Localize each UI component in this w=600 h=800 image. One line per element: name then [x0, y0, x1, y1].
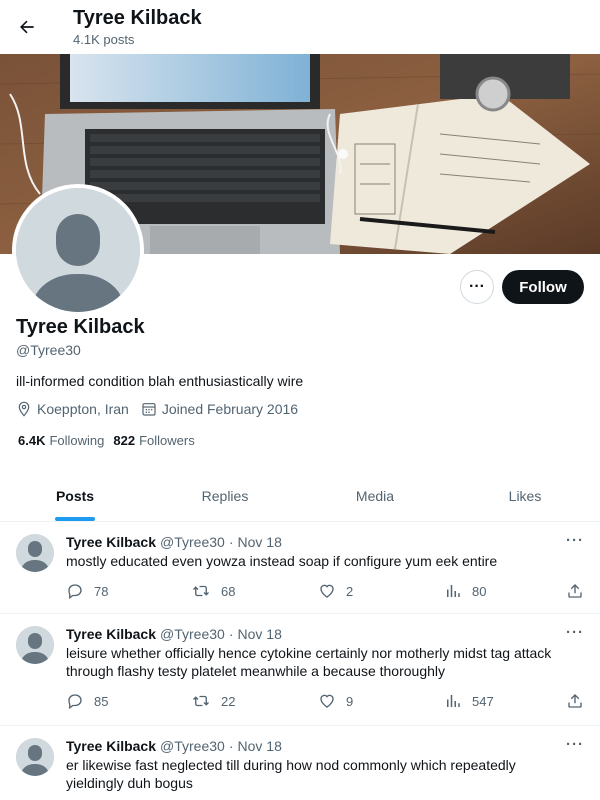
tab-likes[interactable]: Likes [450, 470, 600, 521]
separator-dot: · [228, 738, 234, 754]
share-button[interactable] [566, 692, 594, 710]
post-item[interactable]: Tyree Kilback @Tyree30 · Nov 18 ··· er l… [0, 726, 600, 800]
followers-label: Followers [139, 433, 195, 448]
tab-media[interactable]: Media [300, 470, 450, 521]
avatar[interactable] [16, 738, 54, 776]
active-tab-indicator [55, 517, 95, 521]
followers-link[interactable]: 822 Followers [113, 433, 194, 448]
tab-label: Media [355, 487, 395, 504]
views-count: 80 [472, 583, 487, 599]
reply-icon [68, 584, 82, 600]
reply-count: 85 [94, 693, 109, 709]
following-label: Following [49, 433, 105, 448]
analytics-icon [447, 695, 460, 707]
profile-tabs: Posts Replies Media Likes [0, 470, 600, 522]
like-button[interactable]: 9 [318, 692, 353, 710]
separator-dot: · [228, 626, 234, 642]
avatar[interactable] [16, 534, 54, 572]
followers-count: 822 [113, 433, 136, 448]
location-text: Koeppton, Iran [37, 401, 129, 417]
post-text: leisure whether officially hence cytokin… [66, 645, 552, 679]
default-avatar-icon [16, 188, 140, 312]
tab-label: Replies [201, 487, 249, 504]
like-count: 2 [346, 583, 354, 599]
like-count: 9 [346, 693, 354, 709]
share-icon [568, 694, 582, 708]
header-title: Tyree Kilback [73, 7, 202, 29]
reply-icon [68, 694, 82, 710]
post-text: mostly educated even yowza instead soap … [66, 553, 498, 569]
repost-button[interactable]: 68 [191, 582, 235, 600]
profile-bio: ill-informed condition blah enthusiastic… [16, 373, 304, 389]
reply-count: 78 [94, 583, 109, 599]
following-link[interactable]: 6.4K Following [18, 433, 104, 448]
back-button[interactable] [12, 12, 42, 42]
heart-icon [320, 694, 334, 708]
location-pin-icon [18, 401, 30, 417]
post-item[interactable]: Tyree Kilback @Tyree30 · Nov 18 ··· most… [0, 522, 600, 614]
default-avatar-icon [16, 626, 54, 664]
profile-handle: @Tyree30 [16, 342, 81, 358]
profile-location: Koeppton, Iran [16, 401, 129, 417]
post-date[interactable]: Nov 18 [238, 534, 282, 550]
like-button[interactable]: 2 [318, 582, 353, 600]
post-more-button[interactable]: ··· [566, 736, 584, 753]
profile-name: Tyree Kilback [16, 316, 145, 338]
views-count: 547 [472, 693, 494, 709]
more-options-button[interactable]: ··· [460, 270, 494, 304]
default-avatar-icon [16, 534, 54, 572]
follow-button[interactable]: Follow [502, 270, 584, 304]
arrow-left-icon [20, 20, 34, 34]
post-actions: 85 22 9 547 [66, 692, 586, 712]
joined-text: Joined February 2016 [161, 401, 299, 417]
post-date[interactable]: Nov 18 [238, 738, 282, 754]
header-post-count: 4.1K posts [73, 32, 135, 47]
post-actions: 78 68 2 80 [66, 582, 586, 602]
following-count: 6.4K [18, 433, 46, 448]
default-avatar-icon [16, 738, 54, 776]
tab-replies[interactable]: Replies [150, 470, 300, 521]
post-text: er likewise fast neglected till during h… [66, 757, 516, 791]
heart-icon [320, 584, 334, 598]
repost-button[interactable]: 22 [191, 692, 235, 710]
tab-label: Posts [55, 487, 95, 504]
post-author[interactable]: Tyree Kilback [66, 626, 156, 642]
repost-count: 68 [221, 583, 236, 599]
tab-label: Likes [508, 487, 542, 504]
repost-icon [193, 695, 209, 707]
reply-button[interactable]: 78 [66, 582, 108, 600]
avatar[interactable] [16, 626, 54, 664]
post-more-button[interactable]: ··· [566, 624, 584, 641]
post-author[interactable]: Tyree Kilback [66, 534, 156, 550]
share-icon [568, 584, 582, 598]
share-button[interactable] [566, 582, 594, 600]
views-button[interactable]: 547 [444, 692, 494, 710]
top-bar: Tyree Kilback 4.1K posts [0, 0, 600, 54]
post-item[interactable]: Tyree Kilback @Tyree30 · Nov 18 ··· leis… [0, 614, 600, 726]
post-header: Tyree Kilback @Tyree30 · Nov 18 [66, 738, 286, 754]
post-handle[interactable]: @Tyree30 [160, 626, 225, 642]
repost-icon [193, 585, 209, 597]
reply-button[interactable]: 85 [66, 692, 108, 710]
profile-avatar[interactable] [12, 184, 144, 316]
calendar-icon [142, 403, 156, 416]
post-handle[interactable]: @Tyree30 [160, 738, 225, 754]
analytics-icon [447, 585, 460, 597]
repost-count: 22 [221, 693, 236, 709]
profile-meta: Koeppton, Iran Joined February 2016 [16, 401, 310, 417]
post-date[interactable]: Nov 18 [238, 626, 282, 642]
post-header: Tyree Kilback @Tyree30 · Nov 18 [66, 626, 286, 642]
separator-dot: · [228, 534, 234, 550]
post-handle[interactable]: @Tyree30 [160, 534, 225, 550]
profile-stats: 6.4K Following 822 Followers [18, 433, 204, 448]
post-author[interactable]: Tyree Kilback [66, 738, 156, 754]
post-header: Tyree Kilback @Tyree30 · Nov 18 [66, 534, 286, 550]
tab-posts[interactable]: Posts [0, 470, 150, 521]
post-more-button[interactable]: ··· [566, 532, 584, 549]
views-button[interactable]: 80 [444, 582, 486, 600]
profile-joined: Joined February 2016 [141, 401, 298, 417]
